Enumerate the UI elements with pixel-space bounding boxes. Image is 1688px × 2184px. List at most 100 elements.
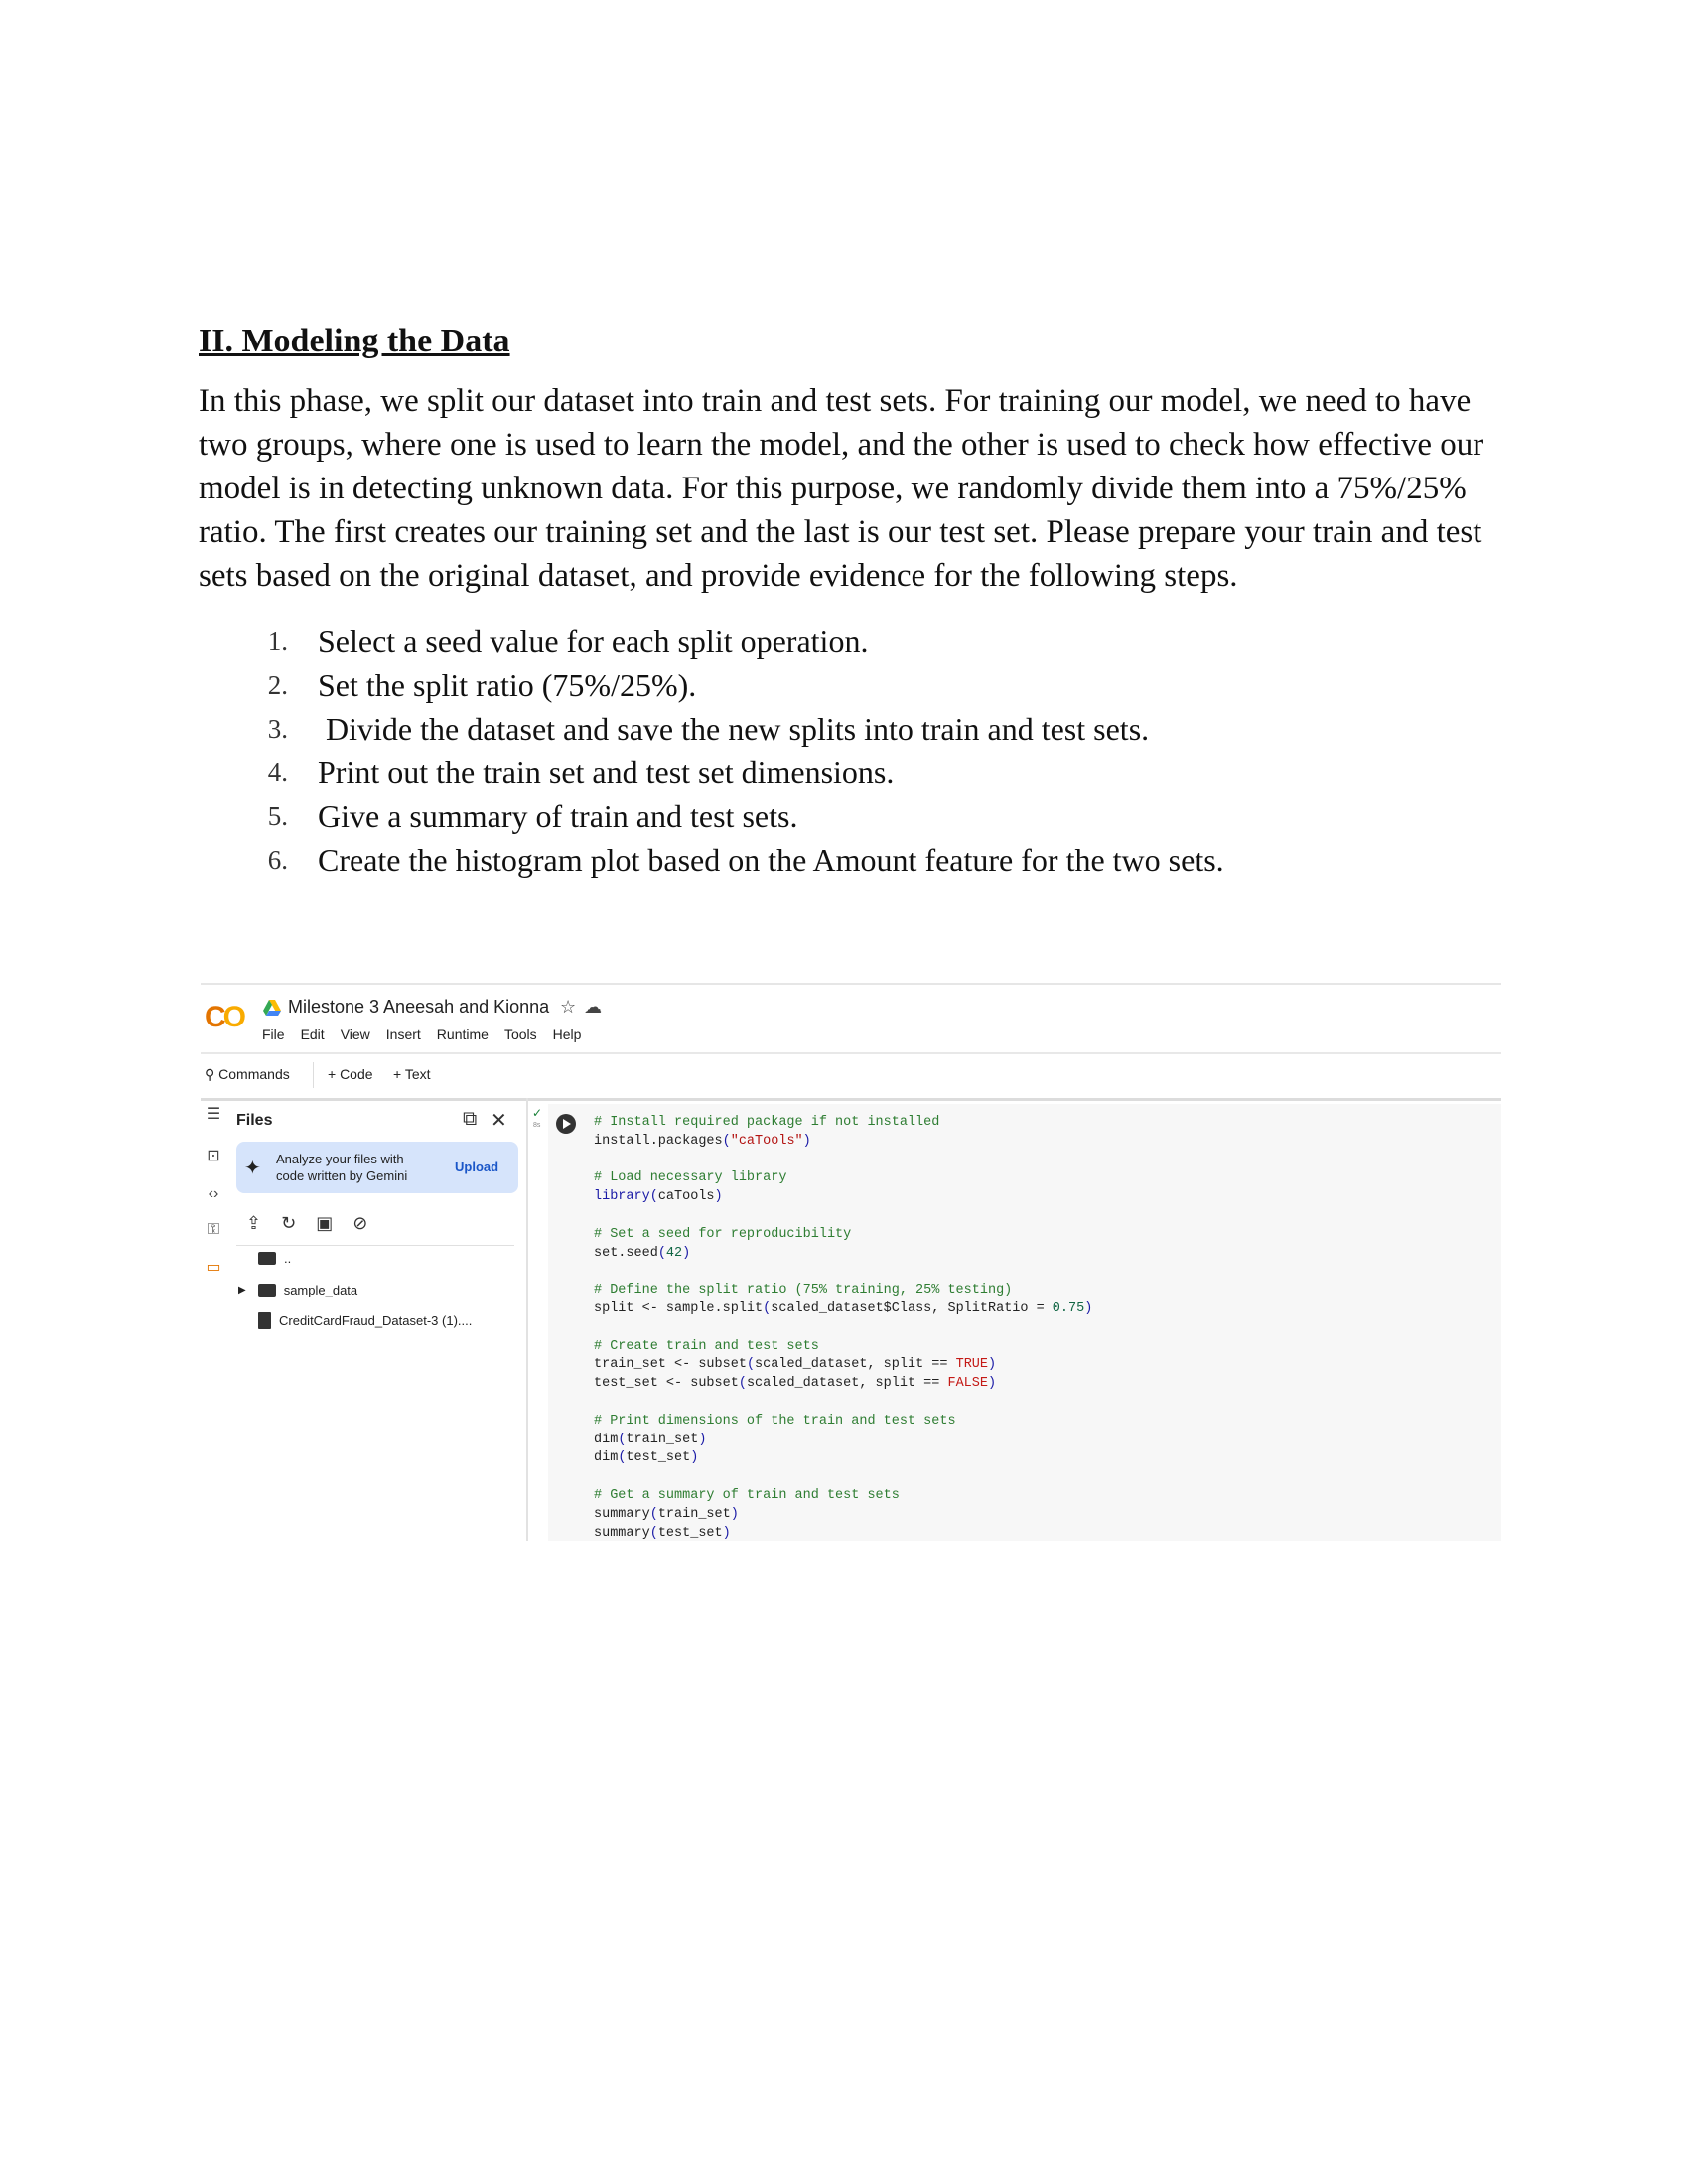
open-in-tab-icon[interactable]: ⧉ <box>463 1108 477 1131</box>
document-body: II. Modeling the Data In this phase, we … <box>199 323 1489 882</box>
menu-tools[interactable]: Tools <box>504 1026 537 1042</box>
panel-splitter[interactable] <box>526 1098 528 1541</box>
menu-edit[interactable]: Edit <box>301 1026 325 1042</box>
code-token: # Load necessary library <box>594 1170 787 1186</box>
run-cell-button[interactable] <box>556 1114 576 1134</box>
code-token: summary <box>594 1506 650 1522</box>
code-line: install.packages("caTools") <box>594 1133 1092 1152</box>
list-item: 3. Divide the dataset and save the new s… <box>199 707 1489 751</box>
folder-icon <box>257 1284 276 1297</box>
toolbar-divider <box>313 1062 314 1088</box>
code-token: scaled_dataset, split == <box>746 1376 948 1392</box>
code-line: dim(train_set) <box>594 1432 1092 1450</box>
menu-help[interactable]: Help <box>553 1026 582 1042</box>
code-line: summary(train_set) <box>594 1506 1092 1525</box>
code-token: # Define the split ratio (75% training, … <box>594 1283 1013 1298</box>
close-icon[interactable]: ✕ <box>491 1108 507 1133</box>
section-heading: II. Modeling the Data <box>199 323 510 359</box>
mount-drive-icon[interactable]: ▣ <box>316 1213 333 1234</box>
menu-runtime[interactable]: Runtime <box>437 1026 489 1042</box>
list-item: 5. Give a summary of train and test sets. <box>199 794 1489 838</box>
star-icon[interactable]: ☆ <box>560 997 584 1017</box>
code-token: ) <box>730 1506 739 1522</box>
parent-dir-row[interactable]: .. <box>258 1251 291 1266</box>
step-text: Print out the train set and test set dim… <box>318 754 895 791</box>
open-folder-icon <box>258 1252 276 1265</box>
folder-row[interactable]: ▶ sample_data <box>238 1283 357 1297</box>
code-line: test_set <- subset(scaled_dataset, split… <box>594 1375 1092 1394</box>
caret-right-icon[interactable]: ▶ <box>238 1285 246 1296</box>
upload-file-icon[interactable]: ⇪ <box>246 1213 261 1234</box>
code-line: # Print dimensions of the train and test… <box>594 1413 1092 1432</box>
code-token: ( <box>657 1245 666 1261</box>
step-number: 3. <box>267 714 288 745</box>
key-icon[interactable]: ⚿ <box>203 1219 224 1241</box>
step-number: 4. <box>267 757 288 788</box>
add-code-button[interactable]: + Code <box>328 1066 373 1082</box>
find-icon[interactable]: ⊡ <box>203 1146 224 1167</box>
code-token: # Create train and test sets <box>594 1338 819 1354</box>
code-token: # Install required package if not instal… <box>594 1115 940 1130</box>
refresh-icon[interactable]: ↻ <box>281 1213 296 1234</box>
notebook-title[interactable]: Milestone 3 Aneesah and Kionna <box>288 997 549 1018</box>
hide-icon[interactable]: ⊘ <box>352 1213 367 1234</box>
code-token: train_set <box>626 1432 699 1447</box>
code-token: train_set <- subset <box>594 1357 747 1373</box>
upload-button[interactable]: Upload <box>455 1160 498 1174</box>
toc-icon[interactable]: ☰ <box>203 1104 224 1126</box>
code-cell[interactable]: # Install required package if not instal… <box>548 1104 1501 1541</box>
file-row[interactable]: CreditCardFraud_Dataset-3 (1).... <box>258 1312 472 1329</box>
code-token: ) <box>682 1245 691 1261</box>
step-text: Divide the dataset and save the new spli… <box>318 711 1150 748</box>
code-line: train_set <- subset(scaled_dataset, spli… <box>594 1356 1092 1375</box>
gemini-banner: ✦ Analyze your files with code written b… <box>236 1142 518 1193</box>
file-name: CreditCardFraud_Dataset-3 (1).... <box>279 1313 473 1328</box>
step-number: 2. <box>267 670 288 701</box>
folder-icon[interactable]: ▭ <box>203 1257 224 1279</box>
colab-toolbar: ⚲ Commands + Code + Text <box>201 1054 1501 1101</box>
colab-logo[interactable]: CO <box>205 1001 246 1034</box>
step-text: Select a seed value for each split opera… <box>318 623 869 660</box>
add-text-button[interactable]: + Text <box>393 1066 431 1082</box>
code-token: ) <box>690 1450 699 1466</box>
code-token: ) <box>988 1357 997 1373</box>
code-token: test_set <- subset <box>594 1376 739 1392</box>
code-token: 0.75 <box>1052 1300 1085 1316</box>
code-token: dim <box>594 1450 619 1466</box>
code-token: summary <box>594 1525 650 1541</box>
code-token: FALSE <box>947 1376 988 1392</box>
gemini-message: Analyze your files with code written by … <box>276 1152 408 1183</box>
code-token: 42 <box>665 1245 683 1261</box>
code-line: # Install required package if not instal… <box>594 1114 1092 1133</box>
menu-insert[interactable]: Insert <box>386 1026 421 1042</box>
code-token: test_set <box>657 1525 723 1541</box>
code-token: # Set a seed for reproducibility <box>594 1226 852 1242</box>
commands-button[interactable]: ⚲ Commands <box>205 1066 290 1083</box>
code-editor[interactable]: # Install required package if not instal… <box>594 1114 1092 1543</box>
code-token: library <box>594 1189 650 1205</box>
cloud-icon[interactable]: ☁ <box>584 997 610 1017</box>
menu-file[interactable]: File <box>262 1026 285 1042</box>
code-snippets-icon[interactable]: ‹› <box>203 1183 224 1205</box>
file-icon <box>258 1312 271 1329</box>
code-token: ( <box>746 1357 756 1373</box>
code-token: "caTools" <box>730 1133 803 1149</box>
step-text: Set the split ratio (75%/25%). <box>318 667 697 704</box>
steps-list: 1. Select a seed value for each split ope… <box>199 619 1489 882</box>
code-token: ) <box>1084 1300 1093 1316</box>
code-token: # Get a summary of train and test sets <box>594 1487 900 1503</box>
menu-bar: File Edit View Insert Runtime Tools Help <box>262 1026 581 1042</box>
menu-view[interactable]: View <box>341 1026 370 1042</box>
code-line: split <- sample.split(scaled_dataset$Cla… <box>594 1300 1092 1319</box>
code-token: ( <box>649 1189 658 1205</box>
check-icon: ✓ <box>532 1106 543 1120</box>
list-item: 2. Set the split ratio (75%/25%). <box>199 663 1489 707</box>
step-number: 1. <box>267 626 288 657</box>
colab-header: CO Milestone 3 Aneesah and Kionna ☆☁ Fil… <box>201 985 1501 1054</box>
code-line: # Create train and test sets <box>594 1338 1092 1357</box>
list-item: 1. Select a seed value for each split ope… <box>199 619 1489 663</box>
code-token: ) <box>988 1376 997 1392</box>
file-actions: ⇪ ↻ ▣ ⊘ <box>246 1213 367 1234</box>
